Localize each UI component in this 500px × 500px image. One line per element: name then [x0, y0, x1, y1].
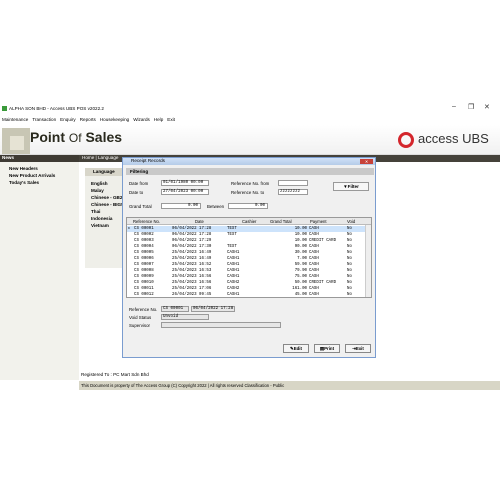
- supervisor-label: Supervisor: [129, 323, 150, 328]
- edit-button-label: Edit: [293, 346, 302, 351]
- receipts-table: Reference No. Date Cashier Grand Total P…: [126, 217, 372, 298]
- dialog-close-icon[interactable]: ✕: [360, 159, 373, 164]
- col-cashier[interactable]: Cashier: [242, 218, 256, 224]
- news-item-new-products[interactable]: New Product Arrivals: [9, 173, 55, 178]
- language-indonesia[interactable]: Indonesia: [91, 216, 112, 221]
- minimize-icon[interactable]: –: [452, 103, 456, 110]
- ref-from-label: Reference No. from: [231, 181, 270, 186]
- exit-button-label: Exit: [355, 346, 364, 351]
- product-title-a: Point: [30, 129, 69, 145]
- menu-transaction[interactable]: Transaction: [32, 117, 56, 125]
- grand-total-label: Grand Total: [129, 204, 152, 209]
- app-icon: [2, 106, 7, 111]
- date-to-field[interactable]: 27/04/2023 00:00: [161, 189, 209, 195]
- table-header: Reference No. Date Cashier Grand Total P…: [127, 218, 371, 225]
- language-vietnam[interactable]: Vietnam: [91, 223, 109, 228]
- registered-to: Registered To : PC Mart Sdn Bhd: [81, 372, 149, 377]
- col-date[interactable]: Date: [195, 218, 204, 224]
- language-chinese-big5[interactable]: Chinese - BIG5: [91, 202, 124, 207]
- ref-to-field[interactable]: zzzzzzzz: [278, 189, 308, 195]
- reference-date-field: 06/04/2022 17:28: [191, 306, 235, 312]
- reference-field: CS 00001: [161, 306, 189, 312]
- table-cell: 45.00: [294, 293, 307, 297]
- filter-button-label: Filter: [347, 184, 359, 189]
- supervisor-select[interactable]: [161, 322, 281, 328]
- footer: This Document is property of The Access …: [79, 381, 500, 390]
- product-title-c: Sales: [81, 129, 123, 145]
- news-item-todays-sales[interactable]: Today's Sales: [9, 180, 39, 185]
- language-english[interactable]: English: [91, 181, 108, 186]
- grand-total-to-field[interactable]: 0.00: [228, 203, 268, 209]
- language-chinese-gb2[interactable]: Chinese - GB2: [91, 195, 122, 200]
- between-label: Between: [207, 204, 225, 209]
- table-cell: CASH1: [227, 293, 240, 297]
- ref-to-label: Reference No. to: [231, 190, 265, 195]
- void-status-select[interactable]: Unvoid: [161, 314, 209, 320]
- menu-help[interactable]: Help: [154, 117, 163, 125]
- filtering-heading: Filtering: [126, 168, 374, 175]
- table-cell: 26/04/2023 09:45: [172, 293, 212, 297]
- pos-logo-graphic-inner: [10, 136, 24, 150]
- filter-button[interactable]: ▼Filter: [333, 182, 369, 191]
- menu-maintenance[interactable]: Maintenance: [2, 117, 28, 125]
- col-reference[interactable]: Reference No.: [133, 218, 160, 224]
- table-row[interactable]: CS 00012 26/04/2023 09:45 CASH1 45.00 CASH No: [127, 292, 365, 298]
- date-from-field[interactable]: 01/01/1980 00:00: [161, 180, 209, 186]
- window-title: ALPHA SON BHD - Access UBS POS v2022.2: [9, 106, 104, 111]
- dialog-title: Receipt Records: [123, 158, 375, 165]
- menu-wizards[interactable]: Wizards: [133, 117, 150, 125]
- col-grand-total[interactable]: Grand Total: [270, 218, 292, 224]
- close-icon[interactable]: ✕: [484, 103, 490, 111]
- sidebar: [0, 155, 79, 380]
- print-button-label: Print: [324, 346, 335, 351]
- date-from-label: Date from: [129, 181, 149, 186]
- date-to-label: Date to: [129, 190, 144, 195]
- exit-button[interactable]: ⇥Exit: [345, 344, 371, 353]
- col-void[interactable]: Void: [347, 218, 355, 224]
- language-thai[interactable]: Thai: [91, 209, 100, 214]
- table-cell: CS 00012: [134, 293, 154, 297]
- restore-icon[interactable]: ❐: [468, 103, 474, 111]
- reference-label: Reference No.: [129, 307, 158, 312]
- brand-logo: access UBS: [418, 131, 489, 146]
- print-button[interactable]: ▤Print: [314, 344, 340, 353]
- menu-exit[interactable]: Exit: [167, 117, 175, 125]
- receipt-records-dialog: Receipt Records ✕ Filtering Date from 01…: [122, 157, 376, 358]
- col-payment[interactable]: Payment: [310, 218, 327, 224]
- menu-housekeeping[interactable]: Housekeeping: [100, 117, 129, 125]
- edit-button[interactable]: ✎Edit: [283, 344, 309, 353]
- menu-reports[interactable]: Reports: [80, 117, 96, 125]
- table-cell: No: [347, 293, 352, 297]
- news-heading: News: [0, 155, 79, 162]
- language-malay[interactable]: Malay: [91, 188, 104, 193]
- table-cell: CASH: [309, 293, 319, 297]
- product-title-b: Of: [68, 131, 82, 145]
- menu-bar: Maintenance Transaction Enquiry Reports …: [0, 117, 500, 125]
- grand-total-from-field[interactable]: 0.00: [161, 203, 201, 209]
- menu-enquiry[interactable]: Enquiry: [60, 117, 76, 125]
- product-title: Point Of Sales: [30, 129, 122, 145]
- news-item-new-headers[interactable]: New Headers: [9, 166, 38, 171]
- access-logo-icon: [398, 132, 414, 148]
- table-scrollbar[interactable]: [365, 225, 371, 297]
- ref-from-field[interactable]: [278, 180, 308, 186]
- void-status-label: Void Status: [129, 315, 152, 320]
